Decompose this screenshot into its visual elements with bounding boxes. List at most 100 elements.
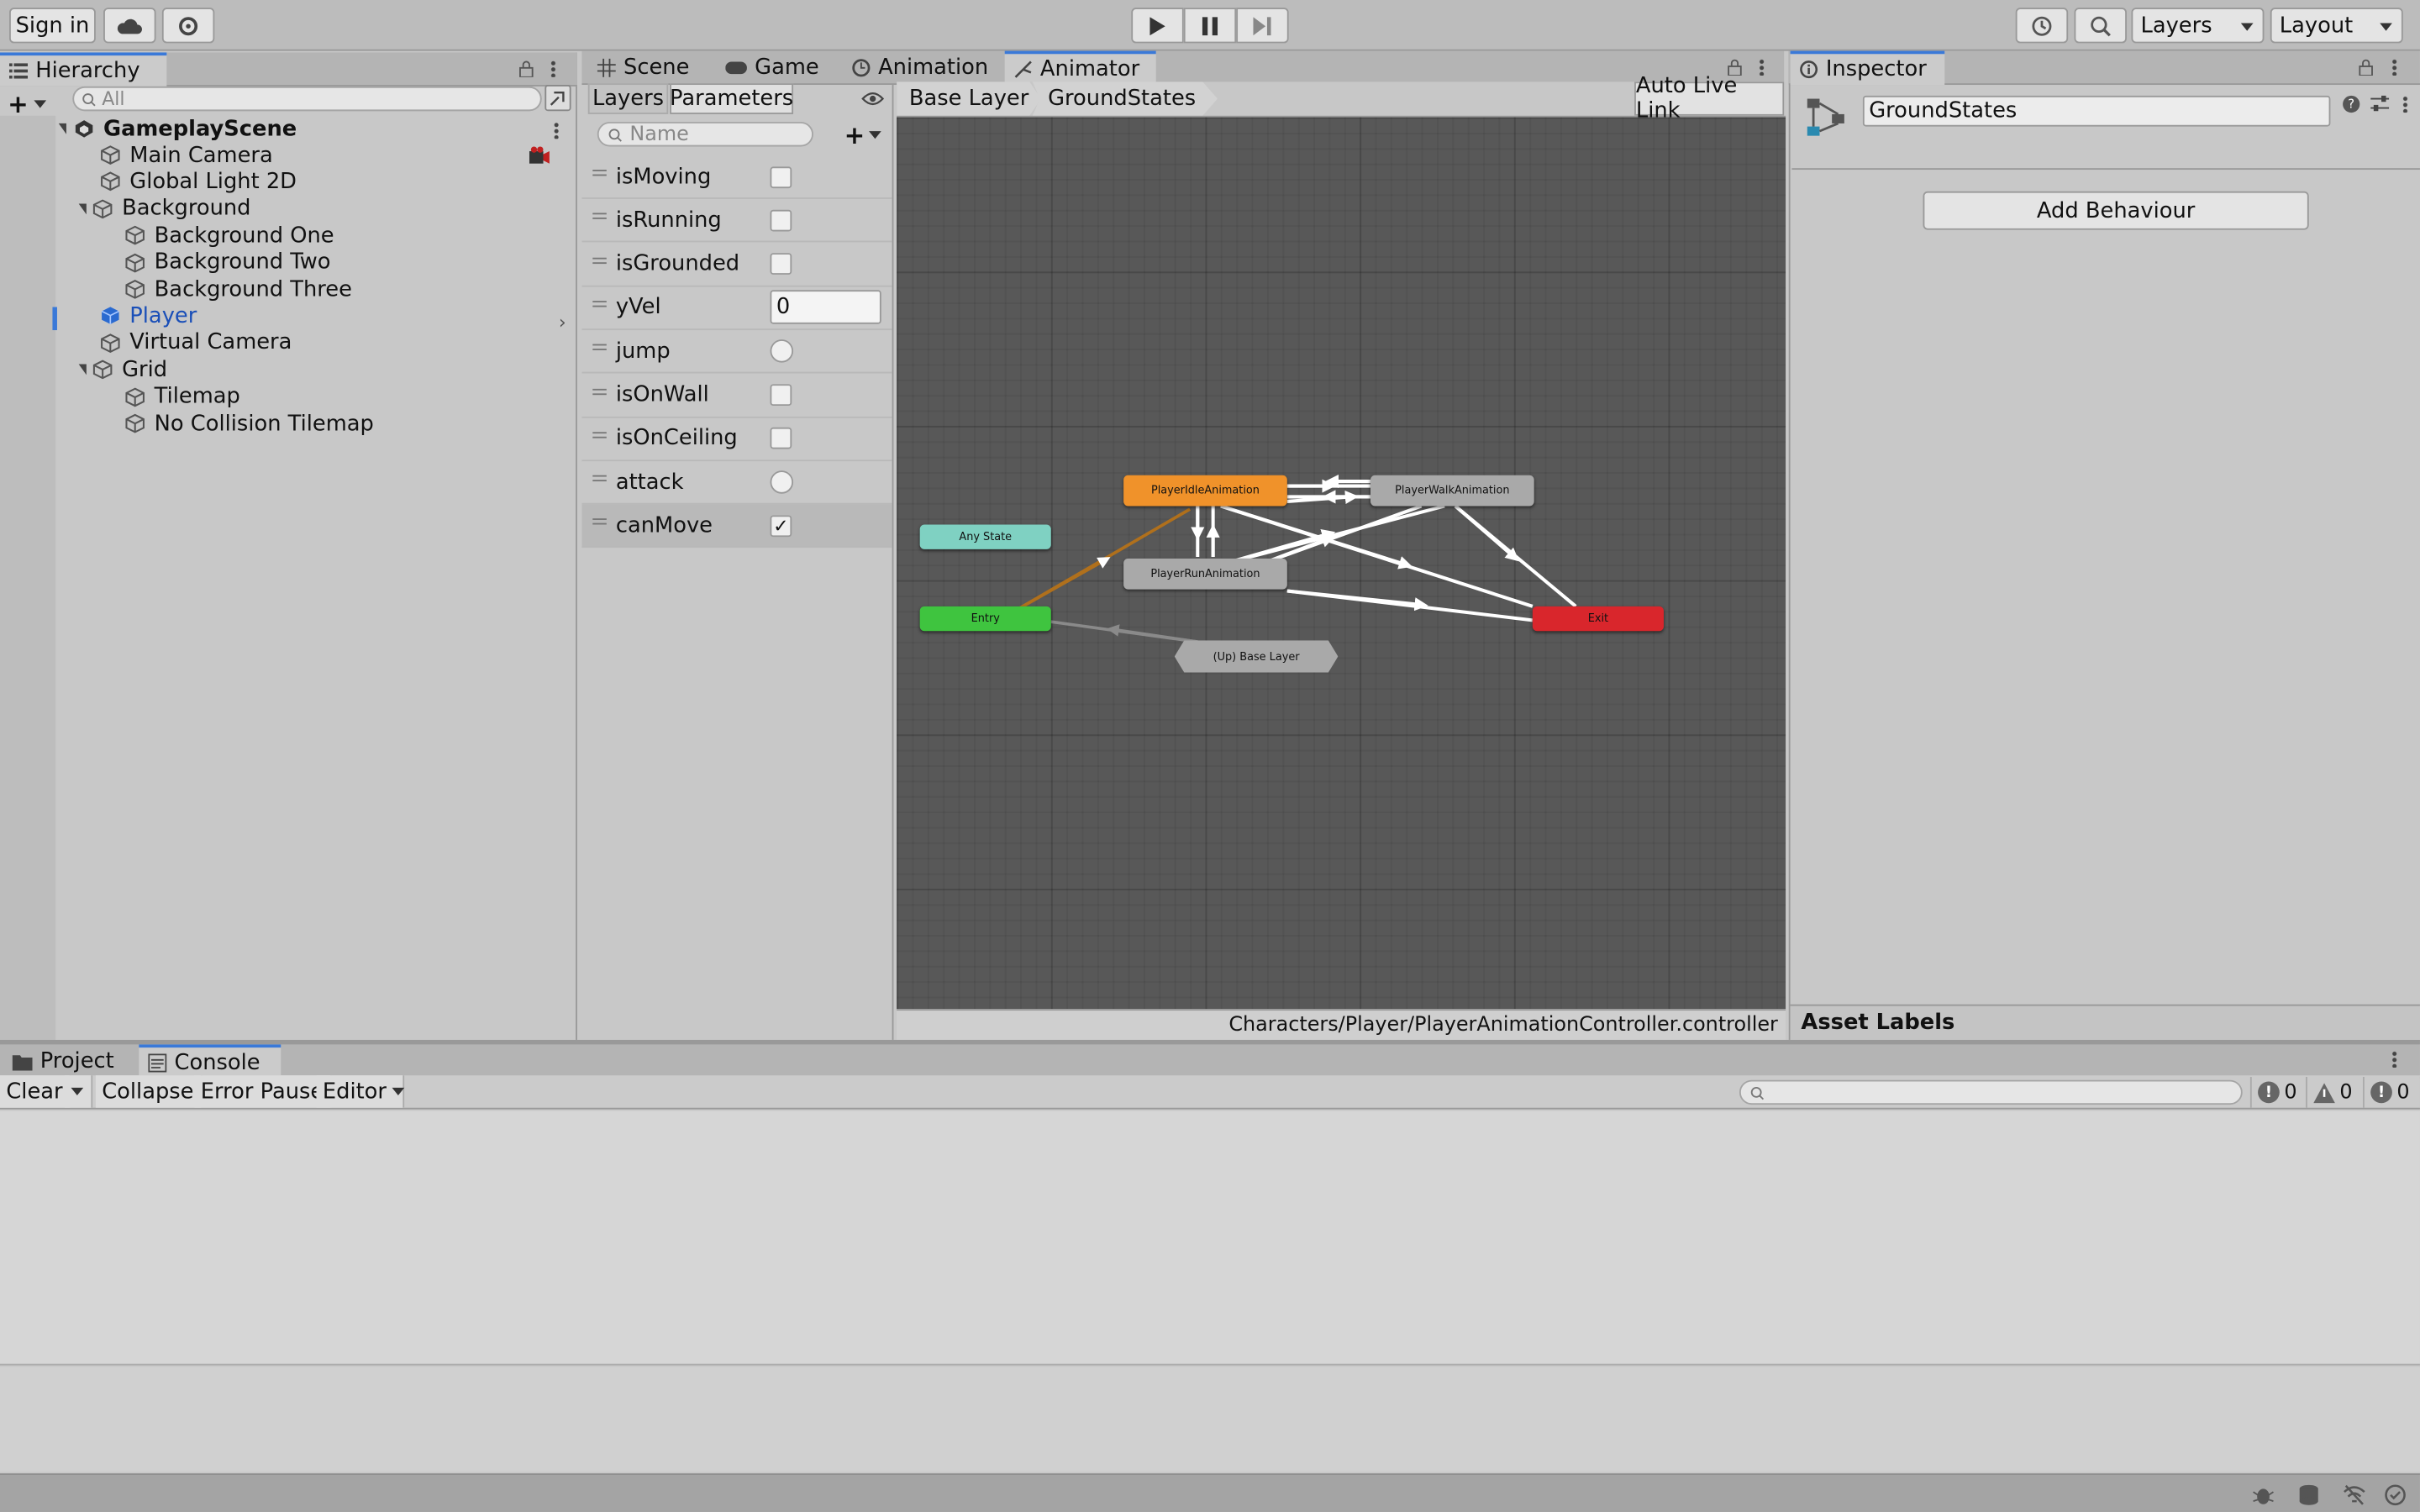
error-count-toggle[interactable]: ! 0	[2362, 1077, 2416, 1108]
parameter-bool-checkbox[interactable]	[770, 253, 792, 276]
tab-inspector[interactable]: Inspector	[1790, 50, 1945, 86]
parameter-bool-checkbox[interactable]	[770, 209, 792, 232]
kebab-menu-icon[interactable]	[2391, 1050, 2397, 1068]
parameter-bool-checkbox[interactable]	[770, 165, 792, 188]
parameter-bool-checkbox[interactable]	[770, 384, 792, 407]
state-node-walk[interactable]: PlayerWalkAnimation	[1370, 475, 1534, 507]
tab-parameters[interactable]: Parameters	[670, 83, 793, 114]
cloud-button[interactable]	[103, 8, 156, 44]
layers-dropdown-label: Layers	[2140, 13, 2212, 38]
drag-handle-icon[interactable]	[592, 344, 607, 351]
hierarchy-search-input[interactable]: All	[72, 86, 542, 112]
breadcrumb-base-layer[interactable]: Base Layer	[897, 81, 1041, 116]
parameter-row[interactable]: attack	[581, 461, 892, 505]
tab-hierarchy[interactable]: Hierarchy	[0, 52, 167, 87]
drag-handle-icon[interactable]	[592, 387, 607, 395]
drag-handle-icon[interactable]	[592, 475, 607, 482]
parameter-row[interactable]: jump	[581, 330, 892, 374]
scene-visibility-button[interactable]	[544, 85, 571, 112]
parameter-bool-checkbox[interactable]: ✓	[770, 515, 792, 537]
chevron-right-icon[interactable]: ›	[559, 312, 566, 333]
state-node-exit[interactable]: Exit	[1532, 606, 1664, 632]
play-button[interactable]	[1131, 8, 1184, 44]
tab-game[interactable]: Game	[716, 51, 829, 85]
drag-handle-icon[interactable]	[592, 256, 607, 264]
kebab-menu-icon[interactable]	[550, 60, 556, 77]
fold-arrow-icon[interactable]	[58, 123, 66, 134]
parameter-row[interactable]: canMove ✓	[581, 505, 892, 549]
collapse-button[interactable]: Collapse	[95, 1075, 202, 1108]
bug-icon[interactable]	[2252, 1484, 2275, 1506]
kebab-menu-icon[interactable]	[554, 122, 559, 139]
tab-layers[interactable]: Layers	[587, 83, 669, 114]
parameter-trigger-toggle[interactable]	[770, 470, 794, 494]
parameter-row[interactable]: isOnWall	[581, 374, 892, 417]
fold-arrow-icon[interactable]	[78, 364, 87, 375]
network-off-icon[interactable]	[2343, 1484, 2366, 1506]
state-machine-name-field[interactable]: GroundStates	[1862, 95, 2331, 127]
drag-handle-icon[interactable]	[592, 300, 607, 307]
asset-labels-header[interactable]: Asset Labels	[1790, 1004, 2420, 1040]
console-search-input[interactable]	[1739, 1079, 2243, 1105]
cache-server-icon[interactable]	[2298, 1484, 2320, 1506]
sign-in-button[interactable]: Sign in	[9, 8, 96, 44]
editor-dropdown[interactable]: Editor	[316, 1075, 406, 1108]
tab-scene[interactable]: Scene	[588, 51, 699, 85]
parameter-bool-checkbox[interactable]	[770, 428, 792, 450]
services-button[interactable]	[161, 8, 215, 44]
parameter-float-field[interactable]: 0	[770, 291, 881, 325]
warning-count-toggle[interactable]: 0	[2306, 1077, 2359, 1108]
history-button[interactable]	[2015, 8, 2069, 44]
lock-icon[interactable]	[518, 60, 534, 77]
parameter-row[interactable]: isMoving	[581, 156, 892, 199]
progress-check-icon[interactable]	[2385, 1484, 2407, 1506]
drag-handle-icon[interactable]	[592, 431, 607, 438]
kebab-menu-icon[interactable]	[1759, 58, 1765, 76]
parameter-row[interactable]: isOnCeiling	[581, 417, 892, 461]
create-button[interactable]: +	[8, 89, 60, 118]
parameter-row[interactable]: yVel 0	[581, 286, 892, 330]
animator-graph-canvas[interactable]: PlayerIdleAnimation PlayerWalkAnimation …	[897, 117, 1786, 1010]
eye-icon[interactable]	[861, 91, 885, 106]
drag-handle-icon[interactable]	[592, 170, 607, 176]
tab-project[interactable]: Project	[3, 1044, 124, 1078]
add-parameter-button[interactable]: +	[844, 119, 891, 149]
state-node-entry[interactable]: Entry	[919, 606, 1051, 632]
layers-dropdown[interactable]: Layers	[2131, 8, 2265, 44]
state-node-run[interactable]: PlayerRunAnimation	[1123, 558, 1287, 590]
drag-handle-icon[interactable]	[592, 518, 607, 526]
parameter-name: isGrounded	[615, 251, 740, 276]
pause-button[interactable]	[1183, 8, 1237, 44]
clear-button[interactable]: Clear	[0, 1075, 71, 1108]
console-detail-area[interactable]	[0, 1367, 2420, 1473]
auto-live-link-button[interactable]: Auto Live Link	[1634, 74, 1785, 123]
fold-arrow-icon[interactable]	[78, 203, 87, 214]
step-button[interactable]	[1236, 8, 1289, 44]
error-pause-button[interactable]: Error Pause	[194, 1075, 332, 1108]
log-count-toggle[interactable]: ! 0	[2249, 1077, 2303, 1108]
breadcrumb-groundstates[interactable]: GroundStates	[1032, 81, 1218, 116]
parameter-row[interactable]: isGrounded	[581, 243, 892, 286]
help-icon[interactable]: ?	[2343, 95, 2360, 113]
kebab-menu-icon[interactable]	[2391, 58, 2397, 76]
parameter-trigger-toggle[interactable]	[770, 339, 794, 363]
parameter-search-input[interactable]: Name	[597, 122, 813, 147]
add-behaviour-button[interactable]: Add Behaviour	[1923, 191, 2309, 230]
state-node-any-state[interactable]: Any State	[919, 524, 1051, 549]
tab-animator[interactable]: Animator	[1004, 50, 1156, 86]
search-button[interactable]	[2074, 8, 2127, 44]
lock-icon[interactable]	[1727, 59, 1742, 76]
tab-animation[interactable]: Animation	[843, 51, 997, 85]
drag-handle-icon[interactable]	[592, 213, 607, 220]
camera-gizmo-icon	[529, 146, 550, 164]
state-node-idle[interactable]: PlayerIdleAnimation	[1123, 475, 1287, 507]
console-log-list[interactable]	[0, 1110, 2420, 1366]
parameter-row[interactable]: isRunning	[581, 199, 892, 243]
lock-icon[interactable]	[2358, 59, 2373, 76]
settings-sliders-icon[interactable]	[2370, 94, 2390, 113]
tab-console[interactable]: Console	[139, 1044, 281, 1079]
layout-dropdown[interactable]: Layout	[2270, 8, 2403, 44]
kebab-menu-icon[interactable]	[2402, 95, 2408, 113]
clear-options-dropdown[interactable]	[65, 1075, 93, 1108]
state-node-up-base-layer[interactable]: (Up) Base Layer	[1174, 640, 1339, 673]
